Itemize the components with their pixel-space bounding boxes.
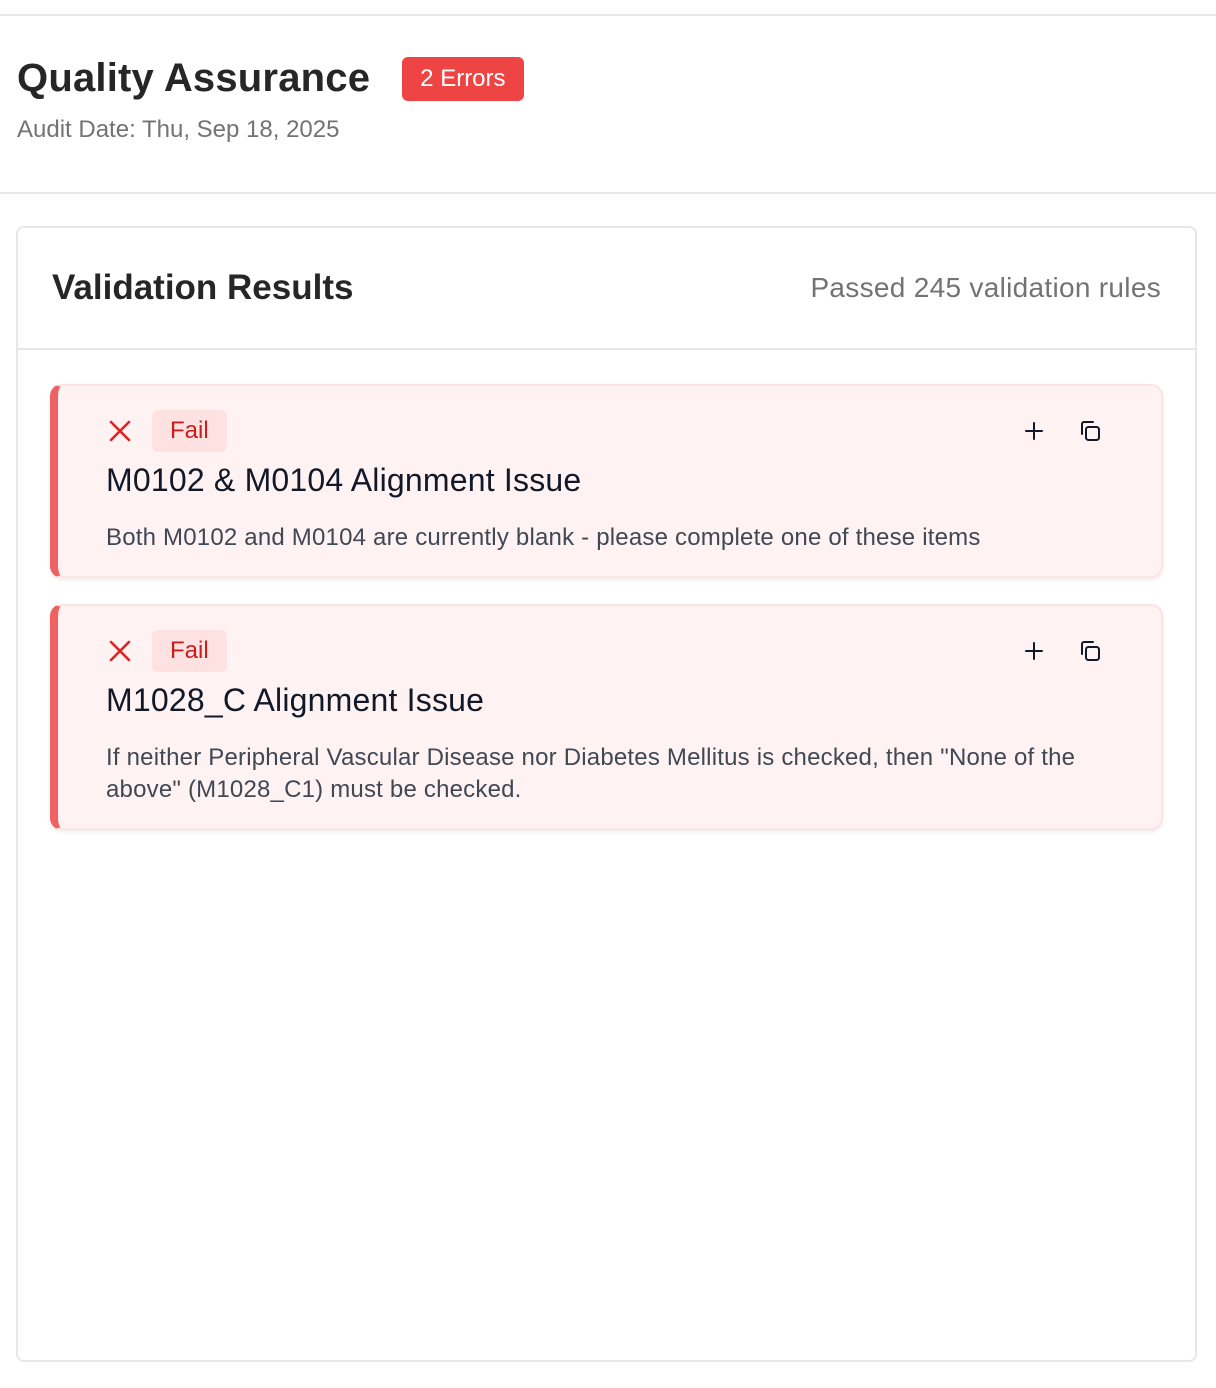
add-button[interactable] (1021, 638, 1047, 664)
copy-icon (1081, 641, 1100, 661)
close-icon (106, 417, 134, 445)
page-title: Quality Assurance (17, 56, 371, 100)
add-button[interactable] (1021, 418, 1047, 444)
issue-title: M0102 & M0104 Alignment Issue (106, 462, 582, 498)
issue-actions (1021, 638, 1103, 664)
copy-button[interactable] (1077, 638, 1103, 664)
copy-icon (1081, 421, 1100, 441)
fail-badge: Fail (152, 630, 227, 672)
copy-button[interactable] (1077, 418, 1103, 444)
error-count-badge: 2 Errors (402, 56, 524, 101)
card-title: Validation Results (52, 268, 354, 307)
validation-issue: Fail M1028_C Alignment Issue If neither … (50, 604, 1163, 830)
close-icon (106, 637, 134, 665)
issue-description: Both M0102 and M0104 are currently blank… (106, 524, 981, 551)
validation-issue: Fail M0102 & M0104 Alignment Issue Both … (50, 384, 1163, 578)
title-row: Quality Assurance 2 Errors (17, 56, 524, 101)
issue-status-row: Fail (106, 410, 227, 452)
fail-badge: Fail (152, 410, 227, 452)
issue-title: M1028_C Alignment Issue (106, 682, 485, 718)
issue-status-row: Fail (106, 630, 227, 672)
validation-summary: Passed 245 validation rules (810, 272, 1161, 303)
plus-icon (1025, 642, 1043, 660)
validation-results-card: Validation Results Passed 245 validation… (16, 226, 1197, 1362)
card-header: Validation Results Passed 245 validation… (18, 228, 1195, 350)
issue-description: If neither Peripheral Vascular Disease n… (106, 744, 1076, 803)
plus-icon (1025, 422, 1043, 440)
page-header: Quality Assurance 2 Errors Audit Date: T… (0, 16, 1216, 194)
audit-date: Audit Date: Thu, Sep 18, 2025 (17, 116, 340, 143)
issue-actions (1021, 418, 1103, 444)
